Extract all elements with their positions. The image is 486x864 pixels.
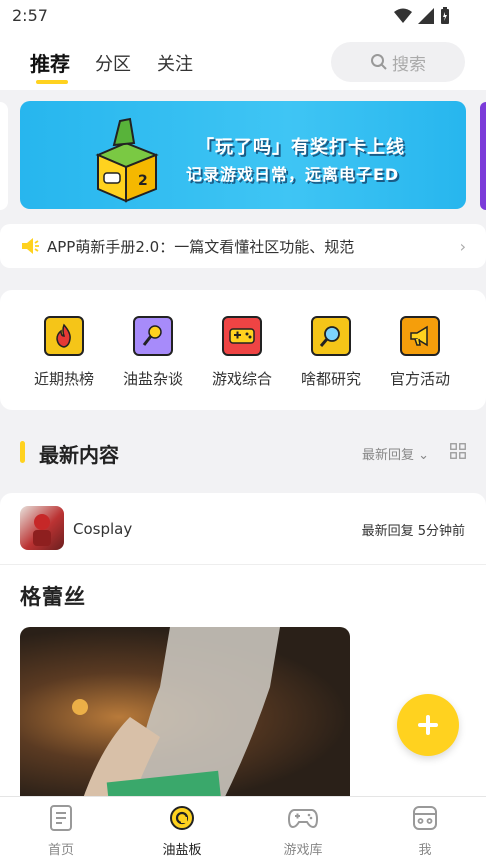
board-avatar[interactable]: [20, 506, 64, 550]
category-chat[interactable]: 油盐杂谈: [113, 316, 193, 389]
notice-text: APP萌新手册2.0：一篇文看懂社区功能、规范: [47, 237, 355, 256]
category-label: 官方活动: [389, 370, 450, 388]
nav-game-library[interactable]: 游戏库: [263, 805, 343, 858]
megaphone-icon: [400, 316, 440, 356]
board-icon: [170, 806, 194, 830]
post-title[interactable]: 格蕾丝: [20, 581, 86, 611]
game-box-illustration: 2: [95, 117, 159, 203]
search-placeholder: 搜索: [392, 54, 426, 75]
post-meta: 最新回复 5分钟前: [361, 524, 465, 539]
tab-indicator: [36, 80, 68, 84]
sort-dropdown[interactable]: 最新回复 ⌄: [362, 444, 429, 463]
nav-board[interactable]: 油盐板: [142, 805, 222, 858]
status-bar: 2:57: [0, 0, 486, 34]
banner-prev-peek[interactable]: [0, 102, 8, 210]
category-label: 近期热榜: [33, 370, 94, 388]
grid-view-icon[interactable]: [450, 443, 466, 459]
nav-label: 油盐板: [162, 843, 202, 858]
plus-icon: [418, 715, 438, 735]
signal-icon: [418, 8, 434, 24]
sort-label: 最新回复: [362, 448, 415, 463]
speaker-icon: [22, 238, 39, 254]
nav-label: 游戏库: [283, 843, 323, 858]
search-icon: [371, 54, 387, 70]
section-title: 最新内容: [39, 443, 119, 467]
bottom-navigation: 首页 油盐板 游戏库 我: [0, 796, 486, 864]
section-accent-bar: [20, 441, 25, 463]
wifi-icon: [394, 8, 412, 23]
category-label: 油盐杂谈: [122, 370, 183, 388]
microphone-icon: [133, 316, 173, 356]
status-time: 2:57: [12, 6, 48, 25]
search-box[interactable]: 搜索: [331, 42, 465, 82]
category-label: 啥都研究: [300, 370, 361, 388]
chevron-down-icon: ⌄: [418, 448, 430, 463]
tab-recommend[interactable]: 推荐: [30, 48, 70, 77]
fire-icon: [44, 316, 84, 356]
gamepad-icon: [287, 809, 319, 829]
top-navigation: 推荐 分区 关注 搜索: [0, 34, 486, 90]
nav-me[interactable]: 我: [385, 805, 465, 858]
category-games[interactable]: 游戏综合: [202, 316, 282, 389]
nav-home[interactable]: 首页: [21, 805, 101, 858]
gamepad-icon: [222, 316, 262, 356]
category-label: 游戏综合: [211, 370, 272, 388]
notice-bar[interactable]: APP萌新手册2.0：一篇文看懂社区功能、规范 ›: [0, 224, 486, 268]
category-hot[interactable]: 近期热榜: [24, 316, 104, 389]
tab-sections[interactable]: 分区: [95, 50, 131, 76]
magnifier-icon: [311, 316, 351, 356]
category-shortcuts: 近期热榜 油盐杂谈 游戏综合 啥都研究 官方活动: [0, 290, 486, 410]
chevron-right-icon: ›: [459, 237, 466, 256]
create-post-button[interactable]: [397, 694, 459, 756]
profile-icon: [413, 806, 437, 830]
category-research[interactable]: 啥都研究: [291, 316, 371, 389]
document-icon: [50, 805, 72, 831]
banner-subline: 记录游戏日常，远离电子ED: [186, 165, 400, 184]
system-icons: [394, 7, 450, 25]
post-card[interactable]: Cosplay 最新回复 5分钟前 格蕾丝: [0, 493, 486, 803]
banner-headline: 「玩了吗」有奖打卡上线: [196, 137, 405, 158]
section-header: 最新内容 最新回复 ⌄: [0, 430, 486, 474]
post-image[interactable]: [20, 627, 350, 803]
banner-slide[interactable]: 2 「玩了吗」有奖打卡上线 记录游戏日常，远离电子ED: [20, 101, 466, 209]
nav-label: 首页: [47, 843, 74, 858]
category-official[interactable]: 官方活动: [380, 316, 460, 389]
battery-icon: [441, 7, 449, 24]
board-name[interactable]: Cosplay: [73, 520, 132, 538]
divider: [0, 564, 486, 565]
nav-label: 我: [418, 843, 432, 858]
tab-following[interactable]: 关注: [157, 50, 193, 76]
banner-carousel: 2 「玩了吗」有奖打卡上线 记录游戏日常，远离电子ED: [0, 92, 486, 216]
svg-text:2: 2: [138, 173, 148, 189]
banner-next-peek[interactable]: [480, 102, 486, 210]
